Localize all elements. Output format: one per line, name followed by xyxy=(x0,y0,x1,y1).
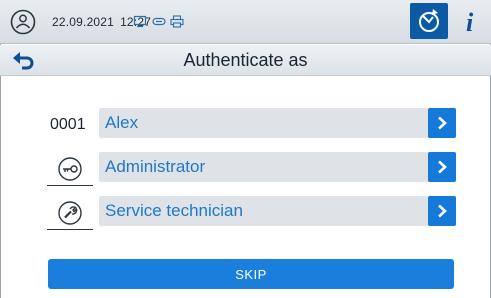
info-button[interactable]: i xyxy=(452,3,490,39)
skip-button[interactable]: SKIP xyxy=(48,259,454,289)
select-arrow-button[interactable] xyxy=(428,108,456,138)
status-date: 22.09.2021 xyxy=(52,15,115,29)
melag-logo-icon xyxy=(10,9,36,35)
key-icon xyxy=(58,157,82,181)
page-title: Authenticate as xyxy=(183,50,308,70)
select-arrow-button[interactable] xyxy=(428,196,456,226)
user-row[interactable]: Service technician xyxy=(47,196,456,230)
user-row[interactable]: 0001 Alex xyxy=(47,108,456,142)
info-icon: i xyxy=(466,8,474,37)
display-icon xyxy=(133,15,147,28)
user-select-bar[interactable]: Service technician xyxy=(99,196,456,226)
user-select-bar[interactable]: Alex xyxy=(99,108,456,138)
key-icon-frame xyxy=(47,152,93,186)
user-select-bar[interactable]: Administrator xyxy=(99,152,456,182)
device-status-tab[interactable] xyxy=(410,3,448,39)
chevron-right-icon xyxy=(438,160,447,174)
user-id: 0001 xyxy=(50,116,86,133)
chevron-right-icon xyxy=(438,204,447,218)
select-arrow-button[interactable] xyxy=(428,152,456,182)
user-row[interactable]: Administrator xyxy=(47,152,456,186)
wrench-icon xyxy=(58,201,82,225)
user-name: Administrator xyxy=(105,157,206,176)
title-bar: Authenticate as xyxy=(0,45,491,76)
device-status-icon xyxy=(419,9,439,32)
wrench-icon-frame xyxy=(47,196,93,230)
chevron-right-icon xyxy=(438,116,447,130)
info-glyph: i xyxy=(466,8,474,37)
printer-icon xyxy=(170,15,184,28)
user-name: Service technician xyxy=(105,201,243,220)
user-name: Alex xyxy=(105,113,139,132)
key-icon xyxy=(152,15,166,28)
status-bar: 22.09.2021 12:27 i xyxy=(0,0,491,44)
